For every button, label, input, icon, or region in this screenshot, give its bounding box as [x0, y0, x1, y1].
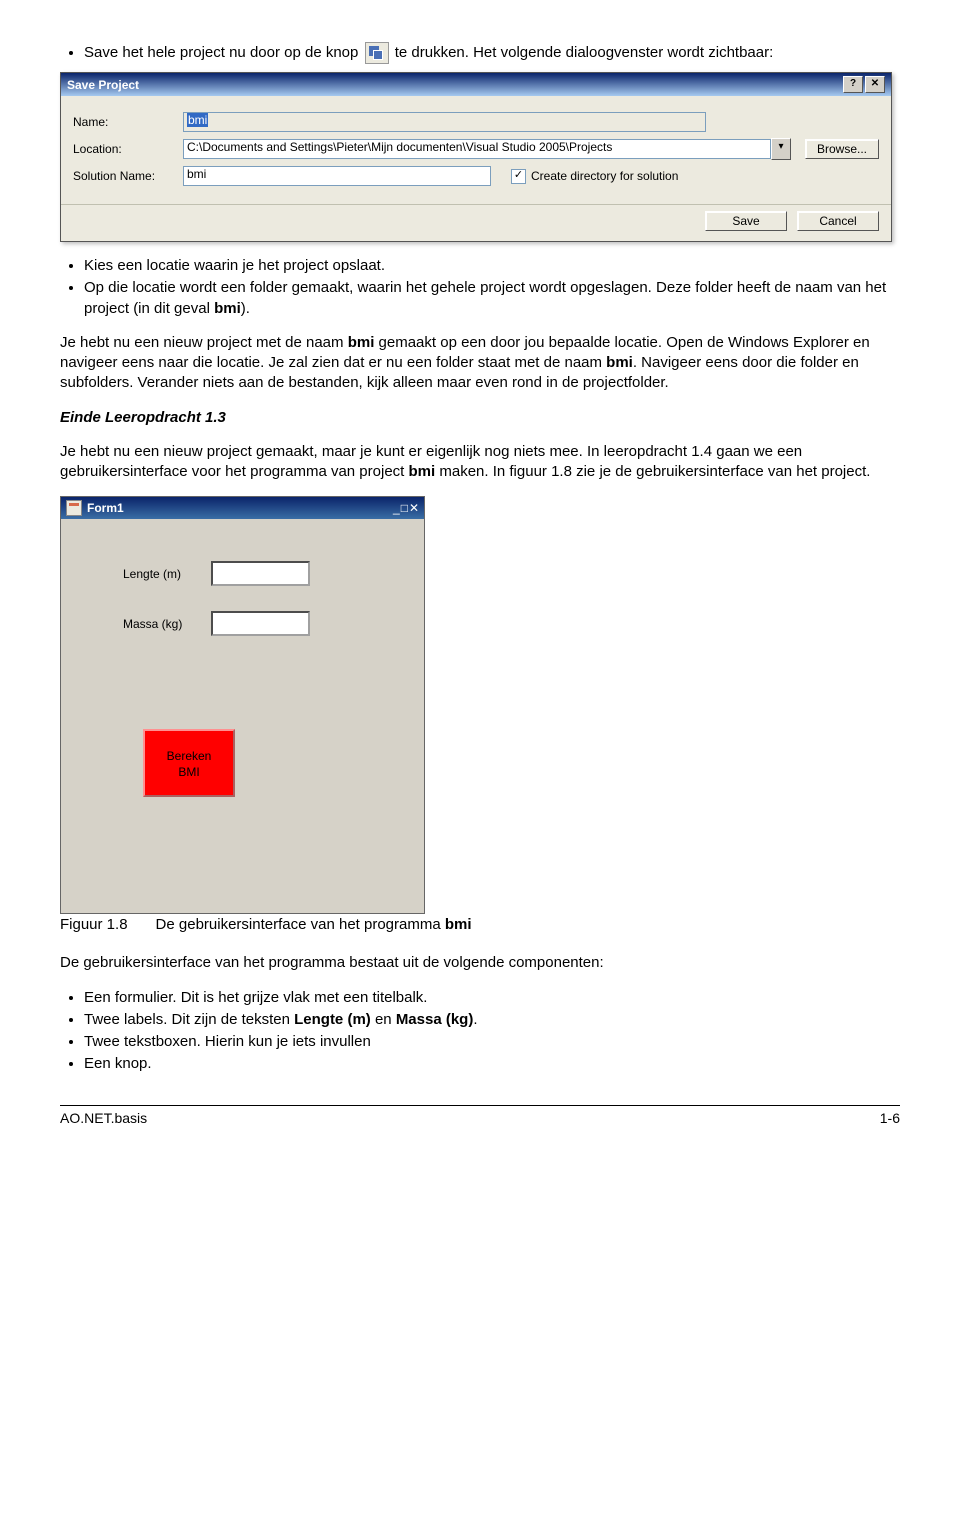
location-input[interactable]: C:\Documents and Settings\Pieter\Mijn do…	[183, 139, 771, 159]
dialog-titlebar: Save Project ? ✕	[61, 73, 891, 96]
text-bold: bmi	[606, 354, 633, 371]
text: te drukken. Het volgende dialoogvenster …	[395, 44, 774, 61]
checkbox-icon: ✓	[511, 169, 526, 184]
comp-tekstboxen: Twee tekstboxen. Hierin kun je iets invu…	[84, 1032, 900, 1052]
create-directory-checkbox[interactable]: ✓ Create directory for solution	[511, 169, 678, 184]
form1-window: Form1 _ □ ✕ Lengte (m) Massa (kg) Bereke…	[60, 496, 425, 914]
bereken-bmi-button[interactable]: Bereken BMI	[143, 729, 235, 797]
solution-name-label: Solution Name:	[73, 169, 183, 183]
text-bold: bmi	[214, 300, 241, 317]
massa-input[interactable]	[211, 611, 310, 636]
figure-text: De gebruikersinterface van het programma…	[156, 916, 472, 933]
paragraph-project-created: Je hebt nu een nieuw project met de naam…	[60, 333, 900, 394]
footer-right: 1-6	[880, 1110, 900, 1126]
minimize-button[interactable]: _	[393, 501, 400, 515]
form-icon	[66, 500, 82, 516]
text-bold: Lengte (m)	[294, 1011, 371, 1028]
text: Je hebt nu een nieuw project met de naam	[60, 334, 348, 351]
solution-name-input[interactable]: bmi	[183, 166, 491, 186]
text: Save het hele project nu door op de knop	[84, 44, 358, 61]
text: .	[473, 1011, 477, 1028]
figure-caption: Figuur 1.8 De gebruikersinterface van he…	[60, 916, 900, 933]
paragraph-next-step: Je hebt nu een nieuw project gemaakt, ma…	[60, 442, 900, 483]
bullet-save-project: Save het hele project nu door op de knop…	[84, 42, 900, 64]
text: Op die locatie wordt een folder gemaakt,…	[84, 279, 886, 316]
text: en	[371, 1011, 396, 1028]
text: De gebruikersinterface van het programma	[156, 916, 445, 933]
figure-number: Figuur 1.8	[60, 916, 128, 933]
comp-labels: Twee labels. Dit zijn de teksten Lengte …	[84, 1010, 900, 1030]
cancel-button[interactable]: Cancel	[797, 211, 879, 231]
button-text-2: BMI	[178, 765, 199, 779]
browse-button[interactable]: Browse...	[805, 139, 879, 159]
close-button[interactable]: ✕	[865, 76, 885, 93]
comp-formulier: Een formulier. Dit is het grijze vlak me…	[84, 988, 900, 1008]
text-bold: bmi	[445, 916, 472, 933]
help-button[interactable]: ?	[843, 76, 863, 93]
maximize-button[interactable]: □	[401, 501, 408, 515]
dialog-title: Save Project	[67, 78, 139, 92]
location-dropdown[interactable]: ▾	[771, 138, 791, 160]
save-project-dialog: Save Project ? ✕ Name: bmi Location: C:\…	[60, 72, 892, 242]
close-button[interactable]: ✕	[409, 501, 419, 515]
footer-divider	[60, 1105, 900, 1106]
location-label: Location:	[73, 142, 183, 156]
name-input[interactable]: bmi	[183, 112, 706, 132]
bullet-folder-created: Op die locatie wordt een folder gemaakt,…	[84, 278, 900, 319]
save-button[interactable]: Save	[705, 211, 787, 231]
checkbox-label: Create directory for solution	[531, 169, 678, 183]
footer-left: AO.NET.basis	[60, 1110, 147, 1126]
text-bold: Massa (kg)	[396, 1011, 474, 1028]
name-label: Name:	[73, 115, 183, 129]
bullet-choose-location: Kies een locatie waarin je het project o…	[84, 256, 900, 276]
text: Twee labels. Dit zijn de teksten	[84, 1011, 294, 1028]
text: ).	[241, 300, 250, 317]
text-bold: bmi	[409, 463, 436, 480]
name-value-selected: bmi	[187, 113, 208, 127]
text: maken. In figuur 1.8 zie je de gebruiker…	[435, 463, 870, 480]
einde-leeropdracht: Einde Leeropdracht 1.3	[60, 408, 900, 428]
paragraph-components: De gebruikersinterface van het programma…	[60, 953, 900, 973]
lengte-label: Lengte (m)	[123, 567, 181, 581]
form1-title: Form1	[87, 501, 124, 515]
save-all-icon	[365, 42, 389, 64]
comp-knop: Een knop.	[84, 1054, 900, 1074]
massa-label: Massa (kg)	[123, 617, 182, 631]
lengte-input[interactable]	[211, 561, 310, 586]
text-bold: bmi	[348, 334, 375, 351]
form1-titlebar: Form1 _ □ ✕	[61, 497, 424, 519]
button-text-1: Bereken	[167, 749, 212, 763]
